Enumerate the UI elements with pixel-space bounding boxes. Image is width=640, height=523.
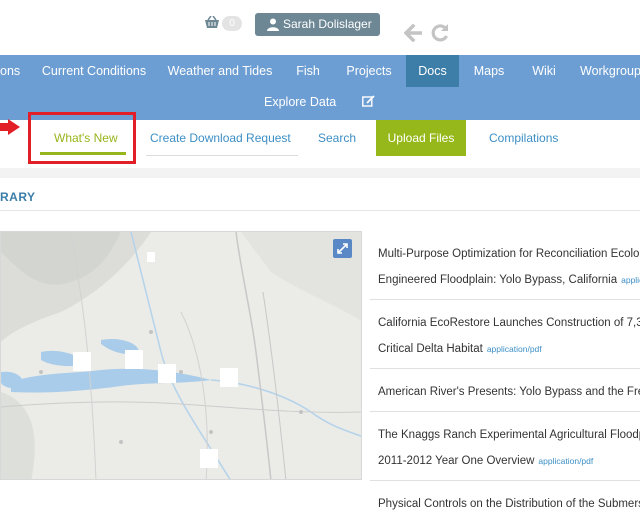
section-title: RARY bbox=[0, 190, 36, 204]
annotation-arrow-icon bbox=[0, 119, 20, 135]
nav-item-maps[interactable]: Maps bbox=[466, 55, 512, 87]
basket-icon bbox=[205, 16, 219, 28]
doc-title-continued[interactable]: Engineered Floodplain: Yolo Bypass, Cali… bbox=[378, 274, 617, 286]
nav-item-weather-and-tides[interactable]: Weather and Tides bbox=[166, 55, 274, 87]
doc-mime-type: application/pdf bbox=[538, 456, 594, 466]
cart-button[interactable]: 0 bbox=[204, 15, 242, 33]
list-item[interactable]: American River's Presents: Yolo Bypass a… bbox=[370, 369, 640, 412]
expand-icon bbox=[337, 243, 348, 254]
nav-item-explore-data[interactable]: Explore Data bbox=[264, 87, 336, 117]
doc-title[interactable]: California EcoRestore Launches Construct… bbox=[378, 310, 640, 336]
nav-item-projects[interactable]: Projects bbox=[340, 55, 398, 87]
nav-item-docs[interactable]: Docs bbox=[406, 55, 459, 87]
doc-title[interactable]: American River's Presents: Yolo Bypass a… bbox=[378, 379, 640, 405]
doc-title[interactable]: The Knaggs Ranch Experimental Agricultur… bbox=[378, 422, 640, 448]
nav-item-fish[interactable]: Fish bbox=[290, 55, 326, 87]
map-panel[interactable] bbox=[0, 231, 362, 480]
cart-count-badge: 0 bbox=[222, 16, 242, 31]
top-bar: 0 Sarah Dolislager bbox=[0, 0, 640, 55]
doc-title-continued[interactable]: 2011-2012 Year One Overview bbox=[378, 455, 534, 467]
list-item[interactable]: California EcoRestore Launches Construct… bbox=[370, 300, 640, 369]
nav-item-workgroup[interactable]: Workgroup bbox=[580, 55, 640, 87]
user-menu-button[interactable]: Sarah Dolislager bbox=[255, 13, 380, 36]
nav-item-partial[interactable]: ons bbox=[0, 55, 20, 87]
upload-files-button[interactable]: Upload Files bbox=[376, 120, 466, 156]
subnav-divider bbox=[146, 155, 298, 156]
doc-mime-type: applicati bbox=[621, 275, 640, 285]
doc-title[interactable]: Multi-Purpose Optimization for Reconcili… bbox=[378, 241, 640, 267]
nav-item-current-conditions[interactable]: Current Conditions bbox=[40, 55, 148, 87]
nav-item-wiki[interactable]: Wiki bbox=[524, 55, 564, 87]
list-item[interactable]: Multi-Purpose Optimization for Reconcili… bbox=[370, 231, 640, 300]
user-icon bbox=[267, 18, 279, 31]
list-item[interactable]: Physical Controls on the Distribution of… bbox=[370, 481, 640, 523]
doc-mime-type: application/pdf bbox=[486, 344, 542, 354]
document-list: Multi-Purpose Optimization for Reconcili… bbox=[370, 231, 640, 523]
tab-create-download-request[interactable]: Create Download Request bbox=[150, 120, 291, 156]
main-nav: ons Current Conditions Weather and Tides… bbox=[0, 55, 640, 120]
separator-band bbox=[0, 168, 640, 178]
tab-compilations[interactable]: Compilations bbox=[489, 120, 558, 156]
doc-title-continued[interactable]: Critical Delta Habitat bbox=[378, 343, 483, 355]
section-divider bbox=[0, 210, 640, 211]
doc-title[interactable]: Physical Controls on the Distribution of… bbox=[378, 491, 640, 517]
tab-search[interactable]: Search bbox=[318, 120, 356, 156]
list-item[interactable]: The Knaggs Ranch Experimental Agricultur… bbox=[370, 412, 640, 481]
back-arrow-icon[interactable] bbox=[404, 24, 424, 42]
refresh-icon[interactable] bbox=[430, 23, 450, 43]
map-expand-button[interactable] bbox=[333, 239, 352, 258]
edit-icon[interactable] bbox=[362, 95, 375, 107]
annotation-highlight-box bbox=[28, 112, 136, 164]
user-name: Sarah Dolislager bbox=[283, 17, 372, 31]
terrain-map[interactable] bbox=[1, 232, 362, 480]
